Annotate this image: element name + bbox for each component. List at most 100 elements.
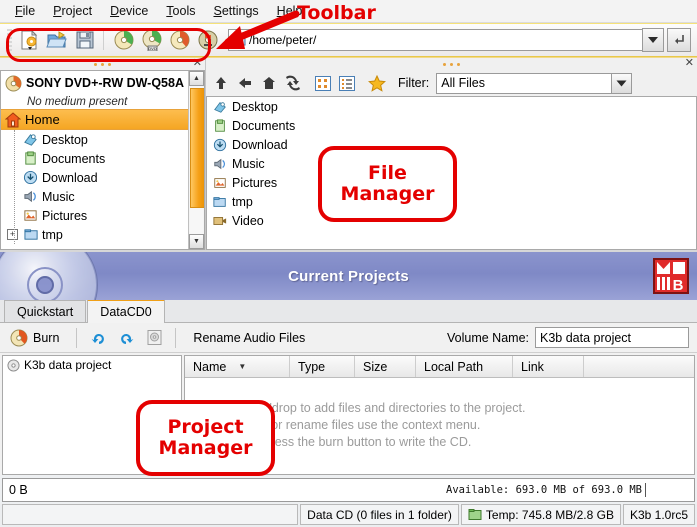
list-item[interactable]: Documents [207,116,696,135]
undo-button[interactable] [86,327,110,349]
dir-tree-dock-handle[interactable]: ✕ [0,58,205,70]
project-tree-root-label: K3b data project [24,358,112,372]
volume-name-group: Volume Name: K3b data project [447,327,691,348]
dir-tree-label: Desktop [42,132,88,147]
burn-disc-icon [10,329,28,346]
location-dropdown-button[interactable] [642,28,664,52]
close-icon[interactable]: ✕ [193,58,202,69]
volume-name-input[interactable]: K3b data project [535,327,689,348]
dock-grip-dots [94,62,111,66]
column-header-name[interactable]: Name ▼ [185,356,290,377]
toolbar-drag-handle[interactable] [7,29,12,51]
column-header-link[interactable]: Link [513,356,584,377]
reload-button[interactable] [282,72,304,94]
save-project-button[interactable] [71,27,99,54]
back-button[interactable] [234,72,256,94]
filter-combobox[interactable]: All Files [436,72,633,94]
annotation-line: Project [167,415,244,438]
volume-name-value: K3b data project [540,330,632,345]
current-projects-banner: Current Projects B [0,250,697,300]
redo-arrow-icon [121,333,134,344]
format-medium-button[interactable] [194,27,222,54]
menu-device-rest: evice [119,4,149,18]
device-name: SONY DVD+-RW DW-Q58A [26,76,184,90]
menu-project[interactable]: Project [44,2,101,20]
tab-quickstart-rest: uickstart [26,304,74,319]
properties-button[interactable] [142,327,166,349]
dir-tree-scrollbar[interactable]: ▲ ▼ [188,71,204,249]
dock-grip-dots [443,62,460,66]
home-button[interactable] [258,72,280,94]
undo-arrow-icon [91,333,104,344]
dir-tree[interactable]: SONY DVD+-RW DW-Q58A No medium present H… [0,70,205,250]
rename-audio-files-label[interactable]: Rename Audio Files [193,331,305,345]
list-item[interactable]: Desktop [207,97,696,116]
close-icon[interactable]: ✕ [685,58,694,69]
column-header-size[interactable]: Size [355,356,416,377]
device-entry[interactable]: SONY DVD+-RW DW-Q58A [1,71,188,94]
scrollbar-track[interactable] [190,86,204,234]
tab-datacd0[interactable]: Da taCD0 [87,298,165,323]
expand-icon[interactable]: + [7,229,18,240]
dir-tree-label: Pictures [42,208,88,223]
dir-tree-item-desktop[interactable]: Desktop [1,130,188,149]
menu-settings[interactable]: Settings [204,2,267,20]
new-project-button[interactable] [15,27,43,54]
download-icon [213,138,227,151]
file-browser-dock-handle[interactable]: ✕ [206,58,697,70]
copy-medium-button[interactable] [110,27,138,54]
scrollbar-thumb[interactable] [190,88,204,208]
redo-button[interactable] [114,327,138,349]
open-project-button[interactable] [43,27,71,54]
folder-open-icon [24,229,38,240]
menu-tools[interactable]: Tools [157,2,204,20]
menu-device[interactable]: Device [101,2,157,20]
documents-icon [215,118,225,132]
bookmarks-button[interactable] [366,72,388,94]
location-input[interactable]: /home/peter/ [228,29,642,51]
detail-view-button[interactable] [336,72,358,94]
status-temp-info[interactable]: Temp: 745.8 MB/2.8 GB [460,504,621,525]
project-tree-root[interactable]: K3b data project [3,356,181,374]
menu-help[interactable]: Help [268,2,312,20]
rip-audio-button[interactable] [166,27,194,54]
column-label: Name [193,359,227,374]
column-header-type[interactable]: Type [290,356,355,377]
filter-dropdown-icon[interactable] [611,73,632,93]
menu-settings-rest: ettings [221,4,259,18]
reload-icon [286,75,300,91]
dir-tree-item-tmp[interactable]: + tmp [1,225,188,244]
cd-small-icon [7,358,20,372]
burn-button[interactable]: Burn [6,327,67,349]
tab-quickstart[interactable]: Quickstart [4,300,87,322]
column-label: Type [298,359,326,374]
dir-tree-item-home[interactable]: Home [1,109,188,130]
dir-tree-item-pictures[interactable]: Pictures [1,206,188,225]
annotation-line: Manager [158,437,253,459]
annotation-file-manager: File Manager [318,146,457,222]
column-label: Link [521,359,544,374]
column-label: Size [363,359,388,374]
scroll-down-button[interactable]: ▼ [189,234,204,249]
icon-view-button[interactable] [312,72,334,94]
chevron-down-icon [648,37,658,43]
available-size-label: Available: 693.0 MB of 693.0 MB [446,484,642,496]
annotation-line: Manager [340,183,435,205]
menu-file[interactable]: File [6,2,44,20]
status-project-info: Data CD (0 files in 1 folder) [300,504,459,525]
up-button[interactable] [210,72,232,94]
dir-tree-item-documents[interactable]: Documents [1,149,188,168]
location-go-button[interactable] [667,28,691,52]
arrow-up-icon [216,77,226,89]
temp-folder-icon [468,509,482,520]
home-icon [263,77,275,89]
dir-tree-item-download[interactable]: Download [1,168,188,187]
enter-go-icon [675,35,684,44]
burn-image-button[interactable]: DVD [138,27,166,54]
device-status: No medium present [27,95,128,108]
scroll-up-button[interactable]: ▲ [189,71,204,86]
menu-tools-rest: ools [172,4,196,18]
dir-tree-item-music[interactable]: Music [1,187,188,206]
column-header-local-path[interactable]: Local Path [416,356,513,377]
annotation-line: File [368,161,407,184]
